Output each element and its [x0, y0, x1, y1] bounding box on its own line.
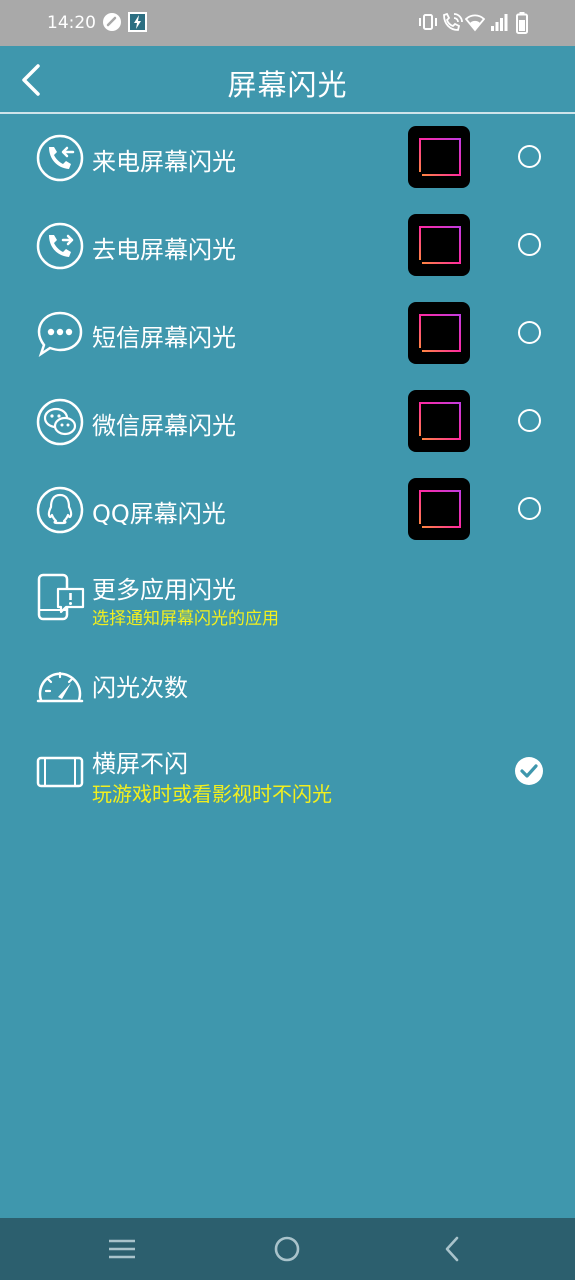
flash-preview-thumbnail[interactable]	[408, 302, 470, 364]
flash-preview-thumbnail[interactable]	[408, 214, 470, 276]
vibrate-icon	[419, 14, 437, 30]
incoming-call-radio[interactable]	[518, 145, 541, 168]
sms-icon	[37, 311, 83, 358]
outgoing-call-radio[interactable]	[518, 233, 541, 256]
flash-preview-thumbnail[interactable]	[408, 478, 470, 540]
setting-qq-flash[interactable]: QQ屏幕闪光	[0, 478, 575, 540]
app-header: 屏幕闪光	[0, 46, 575, 114]
outgoing-call-label: 去电屏幕闪光	[92, 236, 236, 264]
sms-radio[interactable]	[518, 321, 541, 344]
status-bar: 14:20	[0, 0, 575, 46]
sms-label: 短信屏幕闪光	[92, 324, 236, 352]
setting-sms-flash[interactable]: 短信屏幕闪光	[0, 302, 575, 364]
flash-preview-thumbnail[interactable]	[408, 126, 470, 188]
home-icon[interactable]	[273, 1235, 301, 1263]
flash-preview-thumbnail[interactable]	[408, 390, 470, 452]
back-icon[interactable]	[442, 1235, 462, 1263]
wechat-label: 微信屏幕闪光	[92, 412, 236, 440]
wechat-radio[interactable]	[518, 409, 541, 432]
speedometer-icon	[36, 671, 84, 703]
page-title: 屏幕闪光	[227, 68, 348, 102]
qq-label: QQ屏幕闪光	[92, 500, 226, 528]
setting-flash-count[interactable]: 闪光次数	[0, 662, 575, 708]
setting-incoming-call-flash[interactable]: 来电屏幕闪光	[0, 126, 575, 188]
menu-icon[interactable]	[108, 1238, 136, 1260]
wifi-call-icon	[443, 12, 463, 31]
more-apps-label: 更多应用闪光	[92, 576, 236, 604]
incoming-call-icon	[36, 134, 84, 182]
setting-landscape-no-flash[interactable]: 横屏不闪 玩游戏时或看影视时不闪光	[0, 742, 575, 806]
flash-app-icon	[128, 12, 147, 32]
speed-icon	[103, 13, 121, 31]
flash-count-label: 闪光次数	[92, 674, 188, 702]
landscape-checkbox-checked-icon[interactable]	[515, 757, 543, 785]
incoming-call-label: 来电屏幕闪光	[92, 148, 236, 176]
more-apps-subtitle: 选择通知屏幕闪光的应用	[92, 609, 279, 629]
signal-icon	[491, 14, 508, 31]
setting-more-apps-flash[interactable]: 更多应用闪光 选择通知屏幕闪光的应用	[0, 568, 575, 629]
setting-wechat-flash[interactable]: 微信屏幕闪光	[0, 390, 575, 452]
app-notification-icon	[37, 573, 85, 621]
landscape-label: 横屏不闪	[92, 750, 188, 778]
status-time: 14:20	[47, 13, 96, 33]
wechat-icon	[36, 398, 84, 446]
setting-outgoing-call-flash[interactable]: 去电屏幕闪光	[0, 214, 575, 276]
landscape-subtitle: 玩游戏时或看影视时不闪光	[92, 782, 332, 806]
system-nav-bar	[0, 1218, 575, 1280]
landscape-phone-icon	[36, 756, 84, 788]
outgoing-call-icon	[36, 222, 84, 270]
qq-icon	[36, 486, 84, 534]
battery-icon	[516, 12, 528, 34]
qq-radio[interactable]	[518, 497, 541, 520]
wifi-icon	[465, 14, 485, 32]
